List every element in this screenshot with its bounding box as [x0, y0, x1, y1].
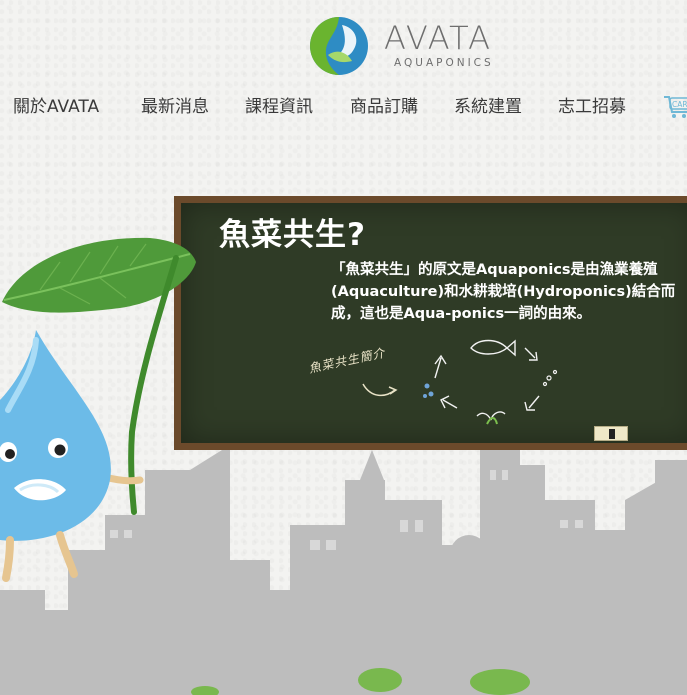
chalkboard-surface: 魚菜共生? 「魚菜共生」的原文是Aquaponics是由漁業養殖(Aquacul…	[181, 203, 687, 443]
brand-name: AVATA	[384, 19, 493, 57]
nav-item-shop[interactable]: 商品訂購	[350, 92, 418, 117]
main-navigation: 關於AVATA 最新消息 課程資訊 商品訂購 系統建置 志工招募	[0, 92, 687, 120]
arrow-doodle-icon	[362, 383, 398, 397]
board-description: 「魚菜共生」的原文是Aquaponics是由漁業養殖(Aquaculture)和…	[331, 262, 676, 322]
nav-item-about[interactable]: 關於AVATA	[13, 92, 99, 117]
board-caption-link[interactable]: 魚菜共生簡介	[307, 344, 387, 377]
brand-subtitle: AQUAPONICS	[394, 57, 494, 69]
cart-button[interactable]: CART	[663, 94, 687, 120]
chalkboard: 魚菜共生? 「魚菜共生」的原文是Aquaponics是由漁業養殖(Aquacul…	[174, 196, 687, 450]
board-title: 魚菜共生?	[219, 217, 366, 253]
cart-label: CART	[672, 100, 687, 109]
nav-item-courses[interactable]: 課程資訊	[245, 92, 313, 117]
cart-icon: CART	[664, 96, 687, 118]
nav-item-volunteer[interactable]: 志工招募	[558, 92, 626, 117]
chalk-eraser	[594, 426, 628, 441]
nav-item-system[interactable]: 系統建置	[454, 92, 522, 117]
nav-item-news[interactable]: 最新消息	[141, 92, 209, 117]
aquaponics-cycle-icon[interactable]	[421, 328, 561, 433]
avata-logo-icon	[310, 17, 368, 75]
water-drop-mascot	[0, 330, 144, 582]
site-logo[interactable]: AVATA AQUAPONICS	[308, 15, 503, 77]
